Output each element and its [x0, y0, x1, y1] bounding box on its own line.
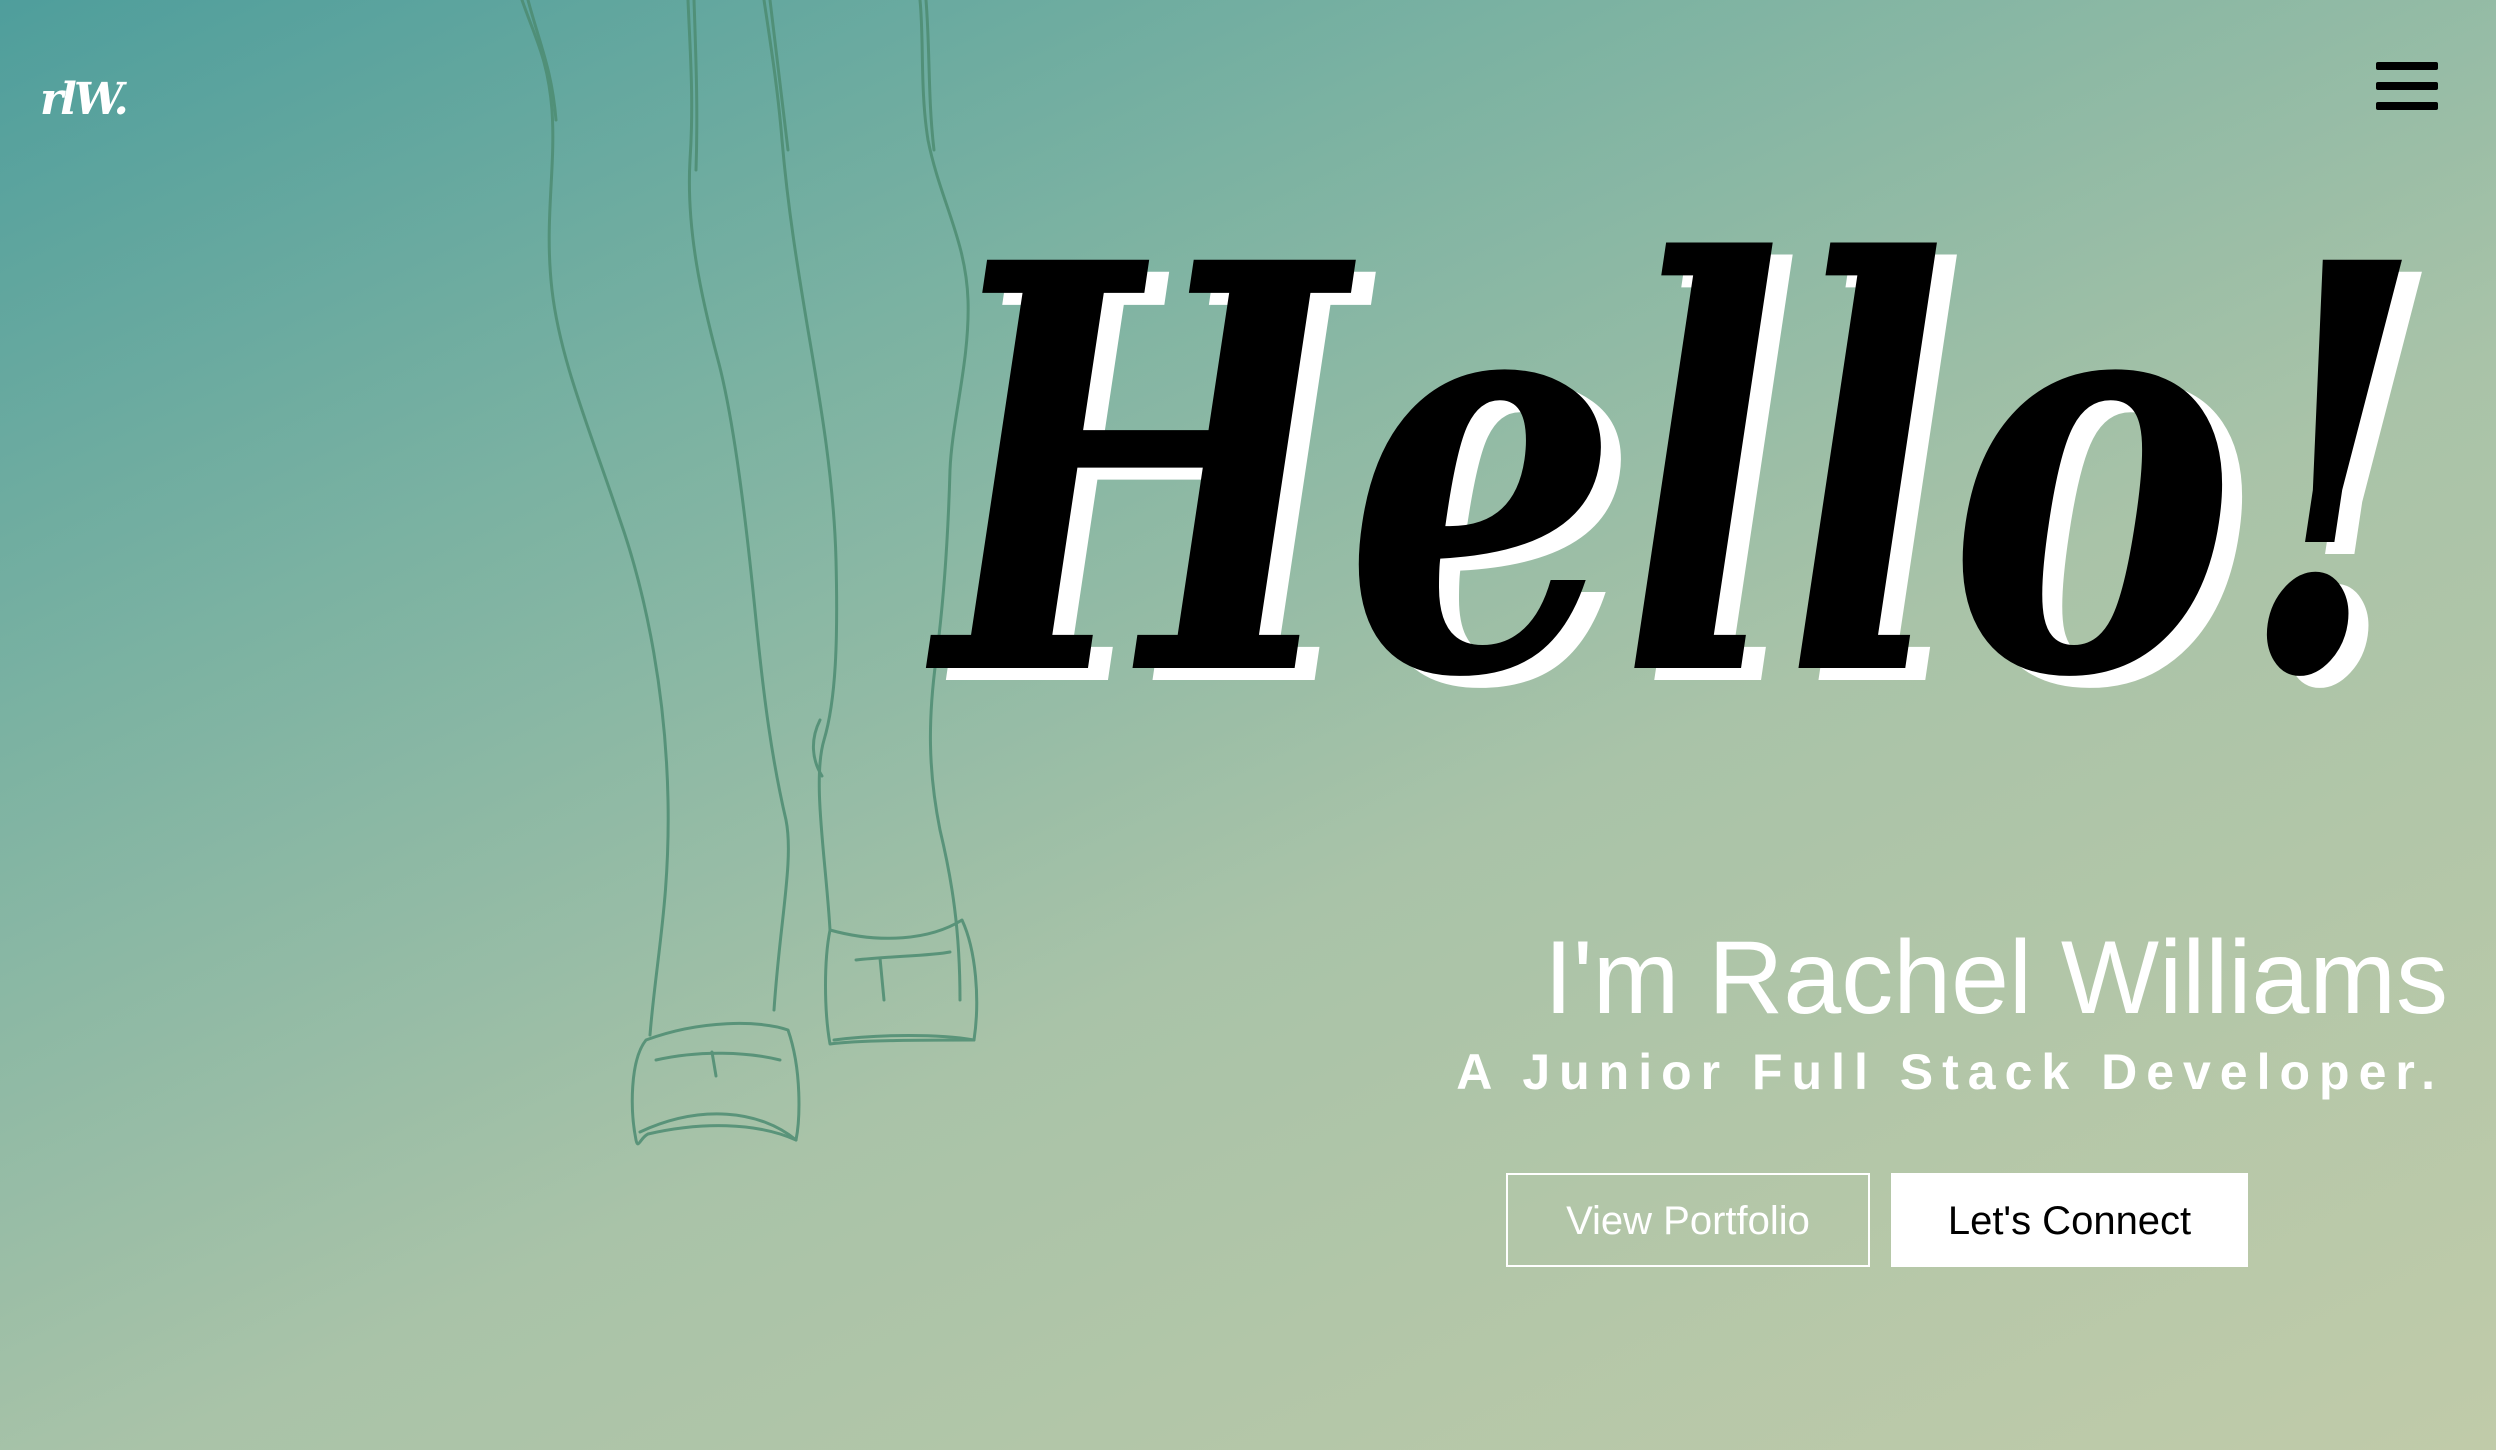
- hero-section: rlW. Hello! Hello! I'm Rachel Williams A…: [0, 0, 2496, 1450]
- hello-greeting: Hello! Hello!: [922, 143, 2446, 760]
- hello-greeting-text: Hello!: [922, 143, 2426, 760]
- intro-role-subheading: A Junior Full Stack Developer.: [1456, 1044, 2444, 1100]
- intro-name-heading: I'm Rachel Williams: [1544, 920, 2448, 1036]
- view-portfolio-button[interactable]: View Portfolio: [1506, 1173, 1870, 1267]
- lets-connect-button[interactable]: Let's Connect: [1891, 1173, 2248, 1267]
